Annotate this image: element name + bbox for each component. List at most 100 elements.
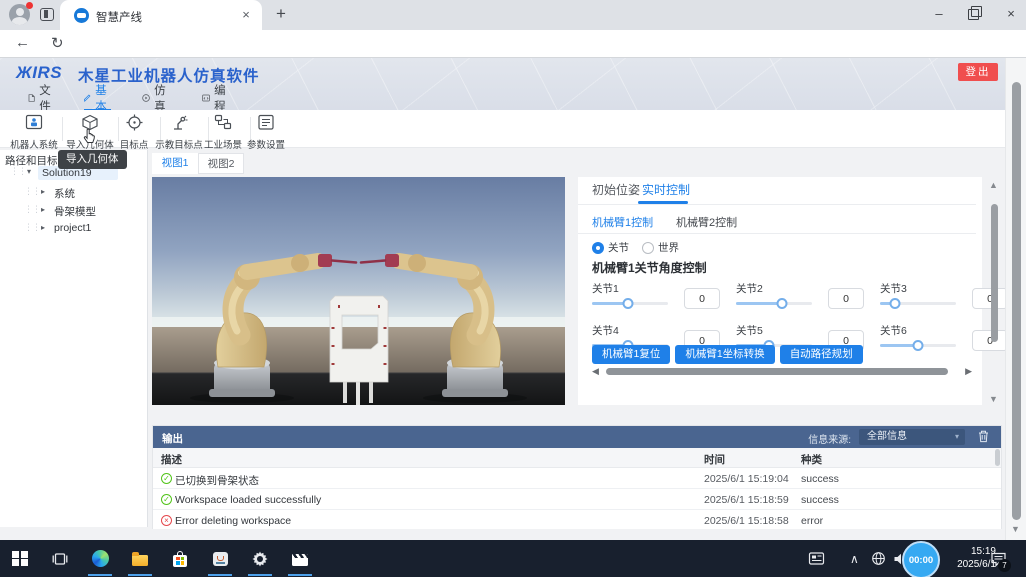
path-target-tree-panel: 路径和目标点 ⋮⋮ ▾ Solution19 ⋮⋮ ▸ 系统 ⋮⋮ ▸ 骨架模型… (0, 150, 148, 527)
scroll-left-icon[interactable]: ◀ (592, 366, 599, 377)
output-scroll-thumb[interactable] (995, 449, 1000, 466)
tab-view1[interactable]: 视图1 (152, 153, 198, 174)
tab-realtime-control[interactable]: 实时控制 (642, 181, 690, 198)
taskbar-video-app[interactable] (280, 540, 320, 577)
toolbar-parameter-settings[interactable]: 参数设置 (243, 112, 289, 146)
source-select[interactable]: 全部信息 ▾ (859, 429, 965, 445)
taskbar-explorer[interactable] (120, 540, 160, 577)
tab-initial-pose[interactable]: 初始位姿 (592, 181, 640, 198)
radio-world-mode[interactable]: 世界 (642, 240, 679, 255)
joint-value-input[interactable] (684, 288, 720, 309)
auto-path-planning-button[interactable]: 自动路径规划 (780, 345, 863, 364)
joint-slider[interactable] (880, 297, 956, 309)
browser-tab[interactable]: 智慧产线 × (60, 0, 262, 30)
toolbar-robot-system[interactable]: 机器人系统 (8, 112, 60, 146)
output-row[interactable]: ✓ 已切换到骨架状态 2025/6/1 15:19:04 success (153, 468, 1001, 489)
toolbar-teach-target[interactable]: 示教目标点 (153, 112, 205, 146)
page-scroll-thumb[interactable] (1012, 82, 1021, 520)
radio-joint-mode[interactable]: 关节 (592, 240, 629, 255)
toolbar-target-point[interactable]: 目标点 (112, 112, 156, 146)
tree-item-project1[interactable]: ⋮⋮ ▸ project1 (0, 220, 148, 238)
task-view-button[interactable] (40, 540, 80, 577)
subtab-arm1-control[interactable]: 机械臂1控制 (592, 214, 653, 230)
tree-expand-icon[interactable]: ▾ (27, 167, 31, 176)
tab-close-icon[interactable]: × (238, 7, 254, 22)
menu-item-label: 文件 (39, 82, 54, 110)
file-icon (28, 92, 35, 104)
workspaces-icon[interactable] (40, 8, 54, 21)
tree-item-skeleton-model[interactable]: ⋮⋮ ▸ 骨架模型 (0, 202, 148, 220)
logout-button[interactable]: 登出 (958, 63, 998, 81)
horizontal-scrollbar[interactable]: ◀ ▶ (592, 366, 972, 378)
drag-handle-icon[interactable]: ⋮⋮ (24, 186, 40, 197)
taskbar-edge[interactable] (80, 540, 120, 577)
arm1-coordinate-transform-button[interactable]: 机械臂1坐标转换 (675, 345, 774, 364)
back-icon[interactable]: ← (15, 34, 30, 51)
taskbar-java-app[interactable] (200, 540, 240, 577)
window-close-button[interactable]: × (1000, 6, 1022, 21)
tree-item-label[interactable]: 骨架模型 (54, 204, 96, 219)
menu-item-basic[interactable]: 基本 (84, 88, 111, 110)
tree-collapse-icon[interactable]: ▸ (41, 223, 45, 232)
output-row[interactable]: ✓ Workspace loaded successfully 2025/6/1… (153, 489, 1001, 510)
menu-item-simulation[interactable]: 仿真 (142, 88, 170, 108)
output-header: 输出 信息来源: 全部信息 ▾ (153, 426, 1001, 448)
new-tab-button[interactable]: + (276, 4, 286, 24)
taskbar-settings[interactable] (240, 540, 280, 577)
row-type: success (801, 473, 839, 485)
3d-viewport[interactable] (152, 177, 565, 405)
joint-slider[interactable] (592, 297, 668, 309)
browser-nav-bar: ← ↻ i localhost ⊖ A ★ ☆ ··· (0, 30, 1026, 58)
ribbon-toolbar: 机器人系统 导入几何体 目标点 示教目标点 工业场景 (0, 110, 1026, 148)
clear-output-button[interactable] (978, 430, 989, 448)
tree-item-system[interactable]: ⋮⋮ ▸ 系统 (0, 184, 148, 202)
joint-control-2: 关节2 (736, 281, 868, 321)
joint-slider[interactable] (736, 297, 812, 309)
page-scrollbar[interactable]: ▼ (1005, 58, 1026, 540)
widgets-tray-icon[interactable] (808, 540, 825, 577)
network-icon[interactable] (871, 540, 886, 577)
column-time: 时间 (704, 452, 725, 467)
window-restore-button[interactable] (968, 9, 979, 20)
scroll-right-icon[interactable]: ▶ (965, 366, 972, 377)
toolbar-industrial-scene[interactable]: 工业场景 (200, 112, 246, 146)
output-column-header: 描述 时间 种类 (153, 448, 1001, 468)
refresh-icon[interactable]: ↻ (51, 34, 64, 52)
show-hidden-icons-button[interactable]: ∧ (850, 540, 859, 577)
panel-scrollbar[interactable]: ▲ ▼ (988, 180, 1002, 404)
output-panel: 输出 信息来源: 全部信息 ▾ 描述 时间 种类 ✓ 已切换到骨架状态 2025… (152, 425, 1002, 529)
output-row[interactable]: × Error deleting workspace 2025/6/1 15:1… (153, 510, 1001, 529)
tree-collapse-icon[interactable]: ▸ (41, 187, 45, 196)
tab-view2[interactable]: 视图2 (198, 153, 244, 174)
row-desc: 已切换到骨架状态 (175, 473, 259, 488)
tree-item-label[interactable]: project1 (54, 222, 91, 234)
horizontal-scroll-thumb[interactable] (606, 368, 948, 375)
joint-slider[interactable] (880, 339, 956, 351)
start-button[interactable] (0, 540, 40, 577)
scroll-up-icon[interactable]: ▲ (989, 180, 998, 190)
screen-recorder-timer[interactable]: 00:00 (902, 541, 940, 577)
tree-item-label[interactable]: 系统 (54, 186, 75, 201)
radio-unselected-icon[interactable] (642, 242, 654, 254)
control-panel: 初始位姿 实时控制 机械臂1控制 机械臂2控制 关节 世界 机械臂1关节角度控制… (578, 177, 982, 405)
column-desc: 描述 (161, 452, 182, 467)
scroll-down-icon[interactable]: ▼ (989, 394, 998, 404)
tree-collapse-icon[interactable]: ▸ (41, 205, 45, 214)
screen: 智慧产线 × + – × ← ↻ i localhost ⊖ A ★ ☆ ···… (0, 0, 1026, 577)
page-scroll-down-icon[interactable]: ▼ (1011, 524, 1020, 534)
drag-handle-icon[interactable]: ⋮⋮ (24, 204, 40, 215)
drag-handle-icon[interactable]: ⋮⋮ (24, 222, 40, 233)
window-minimize-button[interactable]: – (928, 6, 950, 21)
joint-value-input[interactable] (828, 288, 864, 309)
app-header: ЖIRS 木星工业机器人仿真软件 登出 文件 基本 仿真 编程 (0, 58, 1026, 110)
drag-handle-icon[interactable]: ⋮⋮ (10, 166, 26, 177)
taskbar-clock[interactable]: 15:19 2025/6/1 (934, 545, 996, 571)
subtab-arm2-control[interactable]: 机械臂2控制 (676, 214, 737, 230)
panel-scroll-thumb[interactable] (991, 204, 998, 342)
radio-selected-icon[interactable] (592, 242, 604, 254)
toolbar-label: 机器人系统 (8, 137, 60, 151)
arm1-reset-button[interactable]: 机械臂1复位 (592, 345, 670, 364)
menu-item-programming[interactable]: 编程 (202, 88, 230, 108)
menu-item-file[interactable]: 文件 (28, 88, 55, 108)
taskbar-store[interactable] (160, 540, 200, 577)
